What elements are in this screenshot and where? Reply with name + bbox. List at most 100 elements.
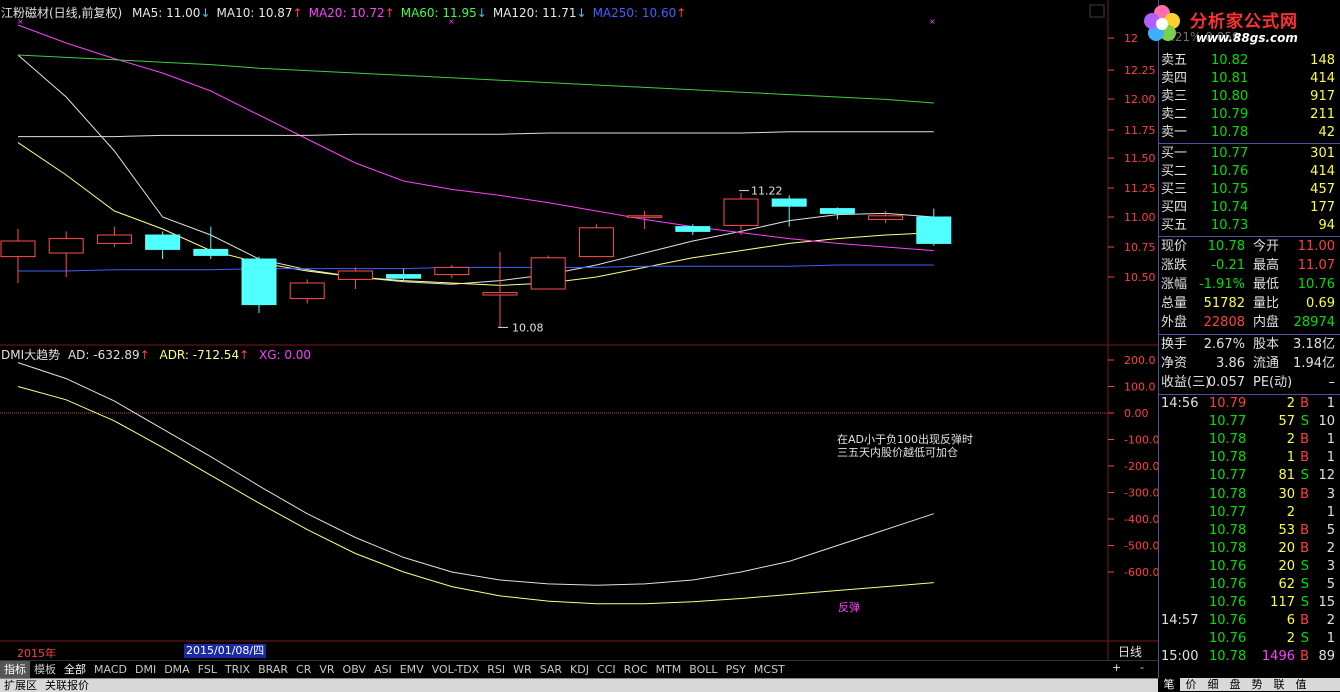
ma-line-ma60 xyxy=(17,54,934,104)
quote-row: 卖一 10.78 42 xyxy=(1161,124,1339,142)
ma-legend-item: MA10: 10.87↑ xyxy=(217,6,303,20)
ad-value: AD: -632.89 xyxy=(67,348,140,362)
order-price[interactable]: 10.74 xyxy=(1211,199,1248,217)
toolbar-item[interactable]: VOL-TDX xyxy=(428,661,484,678)
quote-row: 10.76 117 S 15 xyxy=(1161,594,1339,612)
tick-count: 2 xyxy=(1326,613,1335,629)
bottom-tab[interactable]: 细 xyxy=(1202,678,1224,691)
ma-legend-arrow: ↓ xyxy=(576,6,587,20)
toolbar-item[interactable]: FSL xyxy=(194,661,221,678)
toolbar-item[interactable]: ROC xyxy=(620,661,652,678)
order-price[interactable]: 10.75 xyxy=(1211,181,1248,199)
bottom-tab[interactable]: 联 xyxy=(1268,678,1290,691)
tick-count: 3 xyxy=(1326,558,1335,574)
order-price[interactable]: 10.80 xyxy=(1211,88,1248,106)
stat-value: 1.94亿 xyxy=(1293,356,1335,371)
toolbar-item[interactable]: PSY xyxy=(722,661,750,678)
toolbar-item[interactable]: KDJ xyxy=(566,661,593,678)
stat-value: – xyxy=(1328,375,1336,390)
tick-side: B xyxy=(1300,522,1309,538)
toolbar-item[interactable]: 全部 xyxy=(60,661,90,678)
price-tick-label: 11.75 xyxy=(1124,124,1156,137)
toolbar-item[interactable]: EMV xyxy=(396,661,428,678)
toolbar-item[interactable]: MCST xyxy=(750,661,789,678)
zoom-out-button[interactable]: - xyxy=(1140,661,1144,674)
divider xyxy=(1159,334,1340,335)
tick-time: 15:00 xyxy=(1161,649,1199,665)
order-price[interactable]: 10.82 xyxy=(1211,52,1248,70)
tick-volume: 2 xyxy=(1286,396,1295,411)
toolbar-item[interactable]: SAR xyxy=(536,661,566,678)
order-price[interactable]: 10.81 xyxy=(1211,70,1248,88)
toolbar-item[interactable]: TRIX xyxy=(221,661,254,678)
toolbar-item[interactable]: CCI xyxy=(593,661,620,678)
order-volume: 42 xyxy=(1318,125,1335,140)
order-volume: 414 xyxy=(1310,164,1335,179)
stat-value: 0.69 xyxy=(1306,296,1335,311)
order-volume: 211 xyxy=(1310,107,1335,122)
toolbar-item[interactable]: 指标 xyxy=(0,661,30,678)
toolbar-item[interactable]: 模板 xyxy=(30,661,60,678)
quote-row: 10.76 62 S 5 xyxy=(1161,576,1339,594)
bottom-bar-item[interactable]: 扩展区 xyxy=(0,679,41,692)
stat-label: 内盘 xyxy=(1253,315,1280,330)
chart-area[interactable]: 12 12.25 12.00 11.75 11.50 11.25 11.00 10.75 10.… xyxy=(0,0,1159,660)
bottom-tab[interactable]: 盘 xyxy=(1224,678,1246,691)
stat-label: 收益(三) xyxy=(1161,375,1211,390)
bottom-tab[interactable]: 势 xyxy=(1246,678,1268,691)
tick-price: 10.77 xyxy=(1209,468,1247,484)
indicator-name[interactable]: DMI大趋势 xyxy=(1,348,60,362)
stat-label: 涨幅 xyxy=(1161,277,1188,292)
quote-row: 14:57 10.76 6 B 2 xyxy=(1161,612,1339,630)
window-icon xyxy=(1089,4,1105,18)
candle-down xyxy=(916,216,952,244)
ma-legend-item: MA20: 10.72↑ xyxy=(309,6,395,20)
quote-row: 10.76 2 S 1 xyxy=(1161,630,1339,648)
tick-price: 10.79 xyxy=(1209,396,1247,411)
order-level-label: 卖二 xyxy=(1161,107,1188,122)
toolbar-item[interactable]: RSI xyxy=(483,661,509,678)
toolbar-item[interactable]: OBV xyxy=(339,661,370,678)
stat-label: 总量 xyxy=(1161,296,1188,311)
logo: 分析家公式网 www.88gs.com xyxy=(1140,0,1340,52)
quote-row: 换手 2.67% 股本 3.18亿 xyxy=(1161,336,1339,354)
bottom-bar-item[interactable]: 关联报价 xyxy=(41,679,93,692)
order-price[interactable]: 10.76 xyxy=(1211,163,1248,181)
toolbar-item[interactable]: VR xyxy=(315,661,338,678)
order-price[interactable]: 10.73 xyxy=(1211,217,1248,235)
adr-value: ADR: -712.54 xyxy=(159,348,240,362)
toolbar-item[interactable]: DMI xyxy=(131,661,160,678)
bottom-tab[interactable]: 笔 xyxy=(1158,678,1180,691)
indicator-header: DMI大趋势 AD: -632.89↑ ADR: -712.54↑ XG: 0.… xyxy=(1,346,311,363)
indicator-tick-label: -600.0 xyxy=(1124,566,1158,579)
price-tick-label: 12.00 xyxy=(1124,93,1156,106)
zoom-in-button[interactable]: + xyxy=(1112,661,1121,674)
toolbar-item[interactable]: WR xyxy=(509,661,536,678)
tick-count: 5 xyxy=(1326,522,1335,538)
toolbar-item[interactable]: MTM xyxy=(652,661,686,678)
tick-volume: 62 xyxy=(1278,577,1295,592)
bottom-tab[interactable]: 值 xyxy=(1290,678,1312,691)
candle-down xyxy=(241,258,277,306)
quote-row: 10.77 81 S 12 xyxy=(1161,467,1339,485)
bottom-tab[interactable]: 价 xyxy=(1180,678,1202,691)
order-volume: 148 xyxy=(1310,53,1335,68)
candle-up xyxy=(578,227,614,258)
toolbar-item[interactable]: ASI xyxy=(370,661,396,678)
date-cursor-label: 2015/01/08/四 xyxy=(184,644,267,658)
order-price[interactable]: 10.77 xyxy=(1211,145,1248,163)
chart-svg[interactable]: 12 12.25 12.00 11.75 11.50 11.25 11.00 10.75 10.… xyxy=(0,0,1159,660)
toolbar-item[interactable]: MACD xyxy=(90,661,131,678)
toolbar-item[interactable]: DMA xyxy=(160,661,194,678)
price-tick-label: 10.50 xyxy=(1124,271,1156,284)
period-label[interactable]: 日线 xyxy=(1118,643,1142,660)
toolbar-item[interactable]: BRAR xyxy=(254,661,292,678)
bottom-bar: 扩展区 关联报价 xyxy=(0,678,1158,692)
price-header: 江粉磁材(日线,前复权) MA5: 11.00↓ MA10: 10.87↑ MA20… xyxy=(1,4,686,21)
tick-price: 10.78 xyxy=(1209,540,1247,556)
order-price[interactable]: 10.79 xyxy=(1211,106,1248,124)
tick-count: 1 xyxy=(1326,631,1335,647)
toolbar-item[interactable]: CR xyxy=(292,661,315,678)
toolbar-item[interactable]: BOLL xyxy=(685,661,721,678)
order-price[interactable]: 10.78 xyxy=(1211,124,1248,142)
